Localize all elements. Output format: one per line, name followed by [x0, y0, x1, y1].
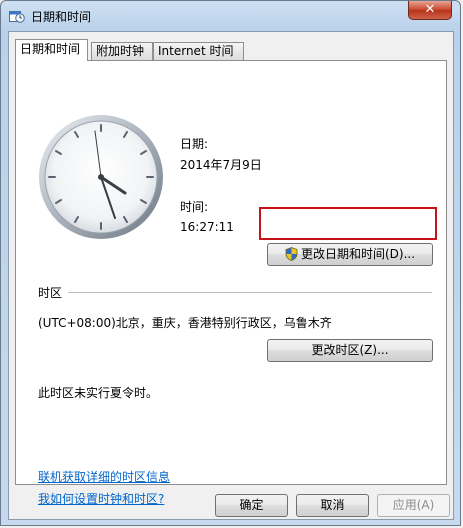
clock-icon: [39, 115, 163, 239]
cancel-button[interactable]: 取消: [296, 494, 369, 517]
ok-button[interactable]: 确定: [215, 494, 288, 517]
dialog-body: 日期和时间 附加时钟 Internet 时间 日期: 2014年7月9日 时间:…: [8, 31, 454, 520]
time-value: 16:27:11: [180, 220, 234, 234]
date-label: 日期:: [180, 137, 209, 151]
change-date-time-button[interactable]: 更改日期和时间(D)...: [267, 243, 433, 266]
uac-shield-icon: [285, 247, 298, 261]
apply-button[interactable]: 应用(A): [377, 494, 450, 517]
calendar-clock-icon: [9, 11, 25, 23]
change-date-time-label: 更改日期和时间(D)...: [300, 247, 416, 261]
dialog-window: 日期和时间 ✕ 日期和时间 附加时钟 Internet 时间 日期: 2014年…: [0, 0, 461, 526]
tab-internet-time[interactable]: Internet 时间: [153, 42, 244, 60]
timezone-section-label: 时区: [38, 286, 63, 300]
tab-panel-date-time: 日期: 2014年7月9日 时间: 16:27:11 更改日期和时间(D)...…: [15, 60, 447, 506]
time-label: 时间:: [180, 200, 209, 214]
close-button[interactable]: ✕: [408, 1, 452, 20]
tab-date-time[interactable]: 日期和时间: [15, 39, 88, 61]
dst-note: 此时区未实行夏令时。: [38, 386, 159, 400]
timezone-divider: [68, 292, 432, 293]
window-title: 日期和时间: [31, 10, 92, 24]
how-to-set-clock-link[interactable]: 我如何设置时钟和时区?: [38, 490, 164, 507]
tab-additional-clocks[interactable]: 附加时钟: [91, 42, 153, 60]
online-timezone-info-link[interactable]: 联机获取详细的时区信息: [38, 468, 170, 485]
timezone-value: (UTC+08:00)北京，重庆，香港特别行政区，乌鲁木齐: [38, 316, 332, 330]
highlight-box: [259, 207, 437, 240]
date-value: 2014年7月9日: [180, 158, 262, 172]
title-bar[interactable]: 日期和时间 ✕: [1, 1, 460, 31]
change-timezone-button[interactable]: 更改时区(Z)...: [267, 339, 433, 362]
